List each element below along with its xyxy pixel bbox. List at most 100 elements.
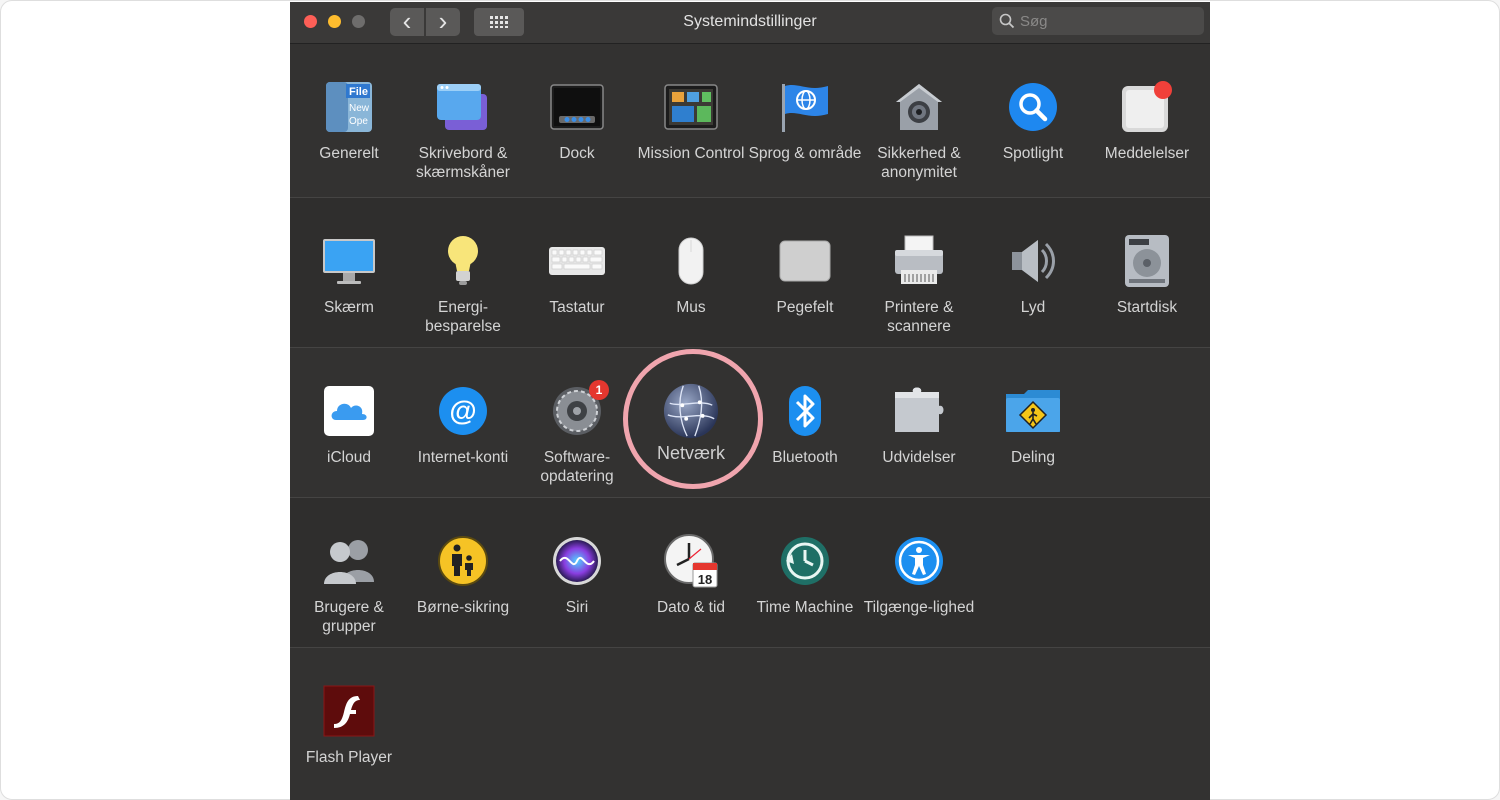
security-house-icon: [890, 78, 948, 136]
chevron-right-icon: ›: [438, 5, 448, 36]
pref-pane-label: Sikkerhed & anonymitet: [877, 145, 961, 181]
pref-pane-internetkonti[interactable]: @ Internet-konti: [406, 348, 520, 488]
pref-pane-label: Deling: [1011, 449, 1055, 466]
pref-pane-boernesikring[interactable]: Børne-sikring: [406, 498, 520, 638]
pref-pane-label: Energi-besparelse: [425, 299, 501, 335]
pref-pane-label: Lyd: [1020, 299, 1046, 316]
pref-pane-label: Startdisk: [1116, 299, 1178, 316]
startup-disk-icon: [1118, 232, 1176, 290]
window-title: Systemindstillinger: [683, 13, 817, 30]
forward-button[interactable]: ›: [426, 8, 460, 36]
system-preferences-window: ‹ › Systemindstillinger File New Ope Genere…: [290, 2, 1210, 800]
pref-pane-label: Mission Control: [637, 145, 745, 162]
update-count-badge: 1: [589, 380, 609, 400]
pref-pane-flash[interactable]: Flash Player: [292, 648, 406, 788]
users-groups-icon: [320, 532, 378, 590]
mission-control-icon: [662, 78, 720, 136]
close-window-button[interactable]: [304, 15, 317, 28]
pref-pane-label: Software-opdatering: [540, 449, 614, 485]
minimize-window-button[interactable]: [328, 15, 341, 28]
pref-pane-bluetooth[interactable]: Bluetooth: [748, 348, 862, 488]
pref-pane-label: Printere & scannere: [884, 299, 954, 335]
pref-pane-label: Spotlight: [1002, 145, 1064, 162]
energy-bulb-icon: [434, 232, 492, 290]
pref-pane-label: Sprog & område: [748, 145, 862, 162]
pref-pane-timemachine[interactable]: Time Machine: [748, 498, 862, 638]
pref-pane-tilgaengelighed[interactable]: Tilgænge-lighed: [862, 498, 976, 638]
mouse-icon: [662, 232, 720, 290]
svg-text:@: @: [449, 395, 476, 426]
pref-pane-spotlight[interactable]: Spotlight: [976, 44, 1090, 184]
pref-pane-skaerm[interactable]: Skærm: [292, 198, 406, 338]
zoom-window-button[interactable]: [352, 15, 365, 28]
search-input[interactable]: [1020, 7, 1198, 35]
row-divider: [290, 647, 1210, 648]
pref-pane-printere[interactable]: Printere & scannere: [862, 198, 976, 338]
general-file-icon: File New Ope: [320, 78, 378, 136]
pref-pane-label: Skærm: [324, 299, 374, 316]
pane-row: [290, 648, 1210, 798]
trackpad-icon: [776, 232, 834, 290]
internet-accounts-at-icon: @: [434, 382, 492, 440]
pref-pane-label: Tilgænge-lighed: [863, 599, 975, 616]
pref-pane-label: Siri: [565, 599, 589, 616]
pref-pane-dock[interactable]: Dock: [520, 44, 634, 184]
pref-pane-sprog[interactable]: Sprog & område: [748, 44, 862, 184]
pref-pane-label: Udvidelser: [882, 449, 956, 466]
extensions-puzzle-icon: [890, 382, 948, 440]
grid-icon: [490, 16, 508, 28]
svg-text:New: New: [349, 103, 370, 114]
keyboard-icon: [548, 232, 606, 290]
desktop-screensaver-icon: [434, 78, 492, 136]
pref-pane-label: Time Machine: [756, 599, 854, 616]
spotlight-magnifier-icon: [1004, 78, 1062, 136]
notifications-icon: [1118, 78, 1176, 136]
pref-pane-label: Generelt: [319, 145, 379, 162]
flash-player-icon: [320, 682, 378, 740]
pref-pane-udvidelser[interactable]: Udvidelser: [862, 348, 976, 488]
pref-pane-mission[interactable]: Mission Control: [634, 44, 748, 184]
chevron-left-icon: ‹: [402, 5, 412, 36]
back-button[interactable]: ‹: [390, 8, 424, 36]
pref-pane-software[interactable]: 1 Software-opdatering: [520, 348, 634, 488]
title-bar: ‹ › Systemindstillinger: [290, 2, 1210, 44]
parental-controls-icon: [434, 532, 492, 590]
pref-pane-generelt[interactable]: File New Ope Generelt: [292, 44, 406, 184]
show-all-button[interactable]: [474, 8, 524, 36]
time-machine-icon: [776, 532, 834, 590]
speaker-icon: [1004, 232, 1062, 290]
pref-pane-label: Flash Player: [305, 749, 393, 766]
dock-icon: [548, 78, 606, 136]
icloud-icon: [320, 382, 378, 440]
svg-text:18: 18: [698, 572, 712, 587]
sharing-folder-icon: [1004, 382, 1062, 440]
pref-pane-energi[interactable]: Energi-besparelse: [406, 198, 520, 338]
svg-text:File: File: [349, 86, 368, 98]
pref-pane-dato[interactable]: 18 Dato & tid: [634, 498, 748, 638]
netvaerk-highlight-ring: [623, 349, 763, 489]
pref-pane-meddelelser[interactable]: Meddelelser: [1090, 44, 1204, 184]
pref-pane-mus[interactable]: Mus: [634, 198, 748, 338]
search-field[interactable]: [992, 7, 1204, 35]
pref-pane-deling[interactable]: Deling: [976, 348, 1090, 488]
pref-pane-label: Bluetooth: [772, 449, 838, 466]
pref-pane-startdisk[interactable]: Startdisk: [1090, 198, 1204, 338]
pref-pane-label: Skrivebord & skærmskåner: [416, 145, 510, 181]
pref-pane-label: Internet-konti: [417, 449, 509, 466]
pref-pane-label: Tastatur: [549, 299, 605, 316]
pref-pane-siri[interactable]: Siri: [520, 498, 634, 638]
bluetooth-icon: [776, 382, 834, 440]
pref-pane-brugere[interactable]: Brugere & grupper: [292, 498, 406, 638]
pref-pane-label: Meddelelser: [1104, 145, 1190, 162]
display-monitor-icon: [320, 232, 378, 290]
pref-pane-lyd[interactable]: Lyd: [976, 198, 1090, 338]
accessibility-icon: [890, 532, 948, 590]
pref-pane-sikkerhed[interactable]: Sikkerhed & anonymitet: [862, 44, 976, 184]
pref-pane-label: Mus: [676, 299, 706, 316]
pref-pane-label: Brugere & grupper: [314, 599, 384, 635]
pref-pane-pegefelt[interactable]: Pegefelt: [748, 198, 862, 338]
pref-pane-tastatur[interactable]: Tastatur: [520, 198, 634, 338]
pref-pane-icloud[interactable]: iCloud: [292, 348, 406, 488]
date-time-clock-icon: 18: [662, 532, 720, 590]
pref-pane-skrivebord[interactable]: Skrivebord & skærmskåner: [406, 44, 520, 184]
